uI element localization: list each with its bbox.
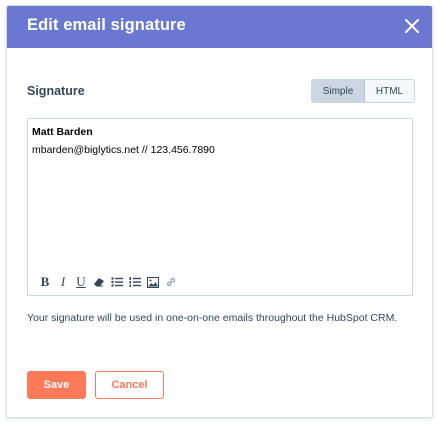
signature-editor[interactable]: Matt Barden mbarden@biglytics.net // 123… <box>27 118 413 296</box>
close-icon <box>405 19 419 33</box>
edit-signature-modal: Edit email signature Signature Simple HT… <box>6 5 433 418</box>
close-button[interactable] <box>400 14 424 38</box>
italic-icon: I <box>60 274 66 289</box>
signature-mode-toggle: Simple HTML <box>311 79 415 103</box>
editor-toolbar: B I U <box>36 274 180 290</box>
cancel-button[interactable]: Cancel <box>95 371 164 399</box>
eraser-icon <box>94 278 104 287</box>
bulleted-list-icon <box>111 277 123 287</box>
save-button[interactable]: Save <box>27 371 86 399</box>
signature-helper-text: Your signature will be used in one-on-on… <box>27 312 398 324</box>
link-icon <box>166 277 176 287</box>
signature-label: Signature <box>27 84 85 98</box>
underline-button[interactable]: U <box>72 274 90 290</box>
bulleted-list-button[interactable] <box>108 274 126 290</box>
insert-link-button[interactable] <box>162 274 180 290</box>
modal-title: Edit email signature <box>27 16 186 34</box>
simple-mode-button[interactable]: Simple <box>312 80 365 102</box>
numbered-list-icon <box>129 277 141 287</box>
signature-contact-line: mbarden@biglytics.net // 123.456.7890 <box>32 144 215 156</box>
italic-button[interactable]: I <box>54 274 72 290</box>
image-icon <box>147 276 159 288</box>
modal-header: Edit email signature <box>7 6 432 48</box>
numbered-list-button[interactable] <box>126 274 144 290</box>
bold-button[interactable]: B <box>36 274 54 290</box>
underline-icon: U <box>76 274 86 289</box>
html-mode-button[interactable]: HTML <box>365 80 414 102</box>
insert-image-button[interactable] <box>144 274 162 290</box>
clear-format-button[interactable] <box>90 274 108 290</box>
bold-icon: B <box>40 274 50 289</box>
signature-name-line: Matt Barden <box>32 126 93 138</box>
